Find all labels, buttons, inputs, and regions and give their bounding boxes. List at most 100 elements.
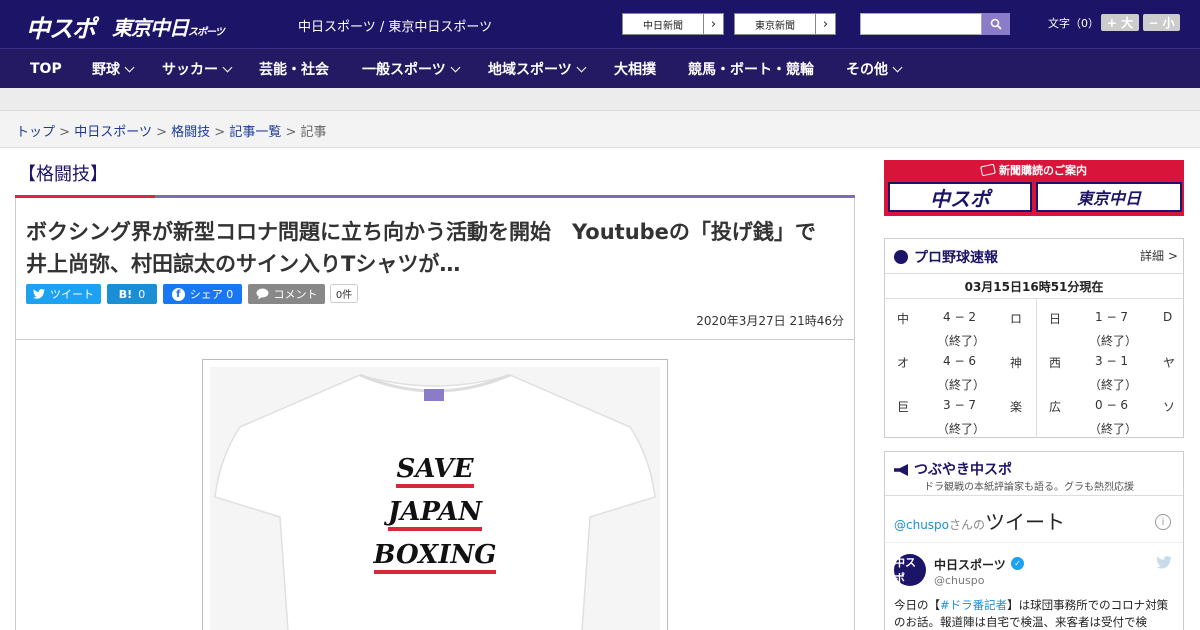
breadcrumb-current: 記事 <box>300 125 327 140</box>
twitter-bird-icon[interactable] <box>1156 556 1172 573</box>
breadcrumb-link[interactable]: トップ <box>16 125 55 140</box>
speech-bubble-icon <box>256 288 268 300</box>
hatena-count: 0 <box>138 287 146 301</box>
twitter-bird-svg <box>1156 556 1172 569</box>
chevron-down-icon <box>222 62 233 72</box>
game-status: （終了） <box>1089 422 1138 436</box>
article-photo[interactable]: SAVE JAPAN BOXING <box>202 359 668 630</box>
tweets-header: @chuspoさんのツイート <box>894 506 1065 535</box>
divider <box>885 542 1183 543</box>
nav-label: 大相撲 <box>614 62 656 78</box>
breadcrumb-separator: > <box>285 125 297 140</box>
shirt-print-line: JAPAN <box>387 497 483 531</box>
home-team: 広 <box>1049 400 1062 414</box>
nav-item-other[interactable]: その他 <box>846 49 903 89</box>
twitter-widget-title-text: つぶやき中スポ <box>914 462 1012 478</box>
nav-item-soccer[interactable]: サッカー <box>162 49 233 89</box>
main-nav: TOP 野球 サッカー 芸能・社会 一般スポーツ 地域スポーツ 大相撲 競馬・ボ… <box>0 48 1200 88</box>
tweet-text: 今日の【#ドラ番記者】は球団事務所でのコロナ対策のお話。報道陣は自宅で検温、来客… <box>894 597 1174 630</box>
font-increase-button[interactable]: + 大 <box>1101 14 1139 31</box>
chevron-down-icon <box>450 62 461 72</box>
tweets-san: さんの <box>949 518 986 532</box>
chunichi-shimbun-label: 中日新聞 <box>643 20 683 32</box>
shirt-print-line: SAVE <box>396 454 474 488</box>
megaphone-icon <box>894 464 908 476</box>
baseball-title-text: プロ野球速報 <box>914 250 998 266</box>
chevron-down-icon <box>892 62 903 72</box>
search-icon <box>990 18 1002 30</box>
nav-item-sumo[interactable]: 大相撲 <box>614 49 656 89</box>
nav-item-baseball[interactable]: 野球 <box>92 49 135 89</box>
baseball-scores-widget <box>884 238 1184 438</box>
game-status: （終了） <box>937 422 986 436</box>
home-team: オ <box>897 356 910 370</box>
nav-item-local-sports[interactable]: 地域スポーツ <box>488 49 587 89</box>
shirt-print-line: BOXING <box>373 540 497 574</box>
breadcrumb-separator: > <box>214 125 226 140</box>
hatena-icon: B! <box>118 287 133 301</box>
headline-line-1: ボクシング界が新型コロナ問題に立ち向かう活動を開始 Youtubeの「投げ銭」で <box>26 220 816 244</box>
nav-item-racing[interactable]: 競馬・ボート・競輪 <box>688 49 814 89</box>
facebook-share-button[interactable]: f シェア 0 <box>163 284 242 304</box>
tokyo-shimbun-link[interactable]: 東京新聞 › <box>734 13 836 35</box>
font-size-label: 文字（0） <box>1048 17 1099 30</box>
chunichi-shimbun-link[interactable]: 中日新聞 › <box>622 13 724 35</box>
nav-label: 芸能・社会 <box>259 62 329 78</box>
font-decrease-button[interactable]: − 小 <box>1143 14 1180 31</box>
article-category: 【格闘技】 <box>18 164 108 185</box>
baseball-widget-title: プロ野球速報 <box>894 247 998 267</box>
breadcrumb-separator: > <box>156 125 167 140</box>
away-team: ロ <box>1010 312 1023 326</box>
away-team: D <box>1163 310 1173 324</box>
nav-item-general-sports[interactable]: 一般スポーツ <box>362 49 461 89</box>
home-team: 日 <box>1049 312 1062 326</box>
subscribe-chuspo-link[interactable]: 中スポ <box>888 182 1032 212</box>
chevron-down-icon <box>576 62 587 72</box>
headline-line-2: 井上尚弥、村田諒太のサイン入りTシャツが… <box>26 252 461 276</box>
nav-item-entertainment[interactable]: 芸能・社会 <box>259 49 329 89</box>
breadcrumb-link[interactable]: 記事一覧 <box>229 125 281 140</box>
twitter-widget-subtitle: ドラ観戦の本紙評論家も語る。グラも熱烈応援 <box>924 482 1134 493</box>
avatar[interactable]: 中スポ <box>894 554 926 586</box>
tshirt-image: SAVE JAPAN BOXING <box>210 367 660 630</box>
baseball-update-time: 03月15日16時51分現在 <box>885 273 1183 299</box>
chuspo-logo[interactable]: 中スポ <box>26 9 96 44</box>
search-button[interactable] <box>982 13 1010 35</box>
tweet-account-handle[interactable]: @chuspo <box>934 574 984 587</box>
away-team: 神 <box>1010 356 1023 370</box>
twitter-icon <box>33 289 45 299</box>
hatena-bookmark-button[interactable]: B! 0 <box>107 284 157 304</box>
comment-label: コメント <box>273 288 318 301</box>
tweets-label: ツイート <box>985 510 1066 534</box>
nav-label: 野球 <box>92 62 120 78</box>
nav-label: 競馬・ボート・競輪 <box>688 62 814 78</box>
subscribe-tokyo-chunichi-link[interactable]: 東京中日 <box>1036 182 1182 212</box>
score: 1 − 7 <box>1095 310 1128 324</box>
tweet-share-button[interactable]: ツイート <box>26 284 101 304</box>
shirt-print: SAVE JAPAN BOXING <box>210 451 660 580</box>
baseball-details-link[interactable]: 詳細 > <box>1140 247 1178 264</box>
search-input[interactable] <box>860 13 982 35</box>
info-icon[interactable]: i <box>1155 514 1171 530</box>
chevron-down-icon <box>124 62 135 72</box>
game-status: （終了） <box>1089 378 1138 392</box>
game-status: （終了） <box>937 378 986 392</box>
breadcrumb-link[interactable]: 格闘技 <box>171 125 210 140</box>
game-status: （終了） <box>1089 334 1138 348</box>
hashtag-link[interactable]: #ドラ番記者 <box>940 598 1007 612</box>
nav-label: サッカー <box>162 62 218 78</box>
comment-button[interactable]: コメント <box>248 284 325 304</box>
chevron-right-icon: › <box>815 14 835 34</box>
divider <box>885 495 1183 496</box>
home-team: 巨 <box>897 400 910 414</box>
score: 4 − 6 <box>943 354 976 368</box>
nav-label: 一般スポーツ <box>362 62 446 78</box>
tokyo-chunichi-logo[interactable]: 東京中日スポーツ <box>112 12 225 41</box>
nav-item-top[interactable]: TOP <box>30 49 62 89</box>
away-team: ヤ <box>1163 356 1176 370</box>
tweets-handle[interactable]: @chuspo <box>894 518 949 532</box>
breadcrumb-link[interactable]: 中日スポーツ <box>74 125 152 140</box>
away-team: ソ <box>1163 400 1176 414</box>
nav-label: TOP <box>30 61 62 77</box>
tweet-account-name[interactable]: 中日スポーツ <box>934 556 1006 573</box>
